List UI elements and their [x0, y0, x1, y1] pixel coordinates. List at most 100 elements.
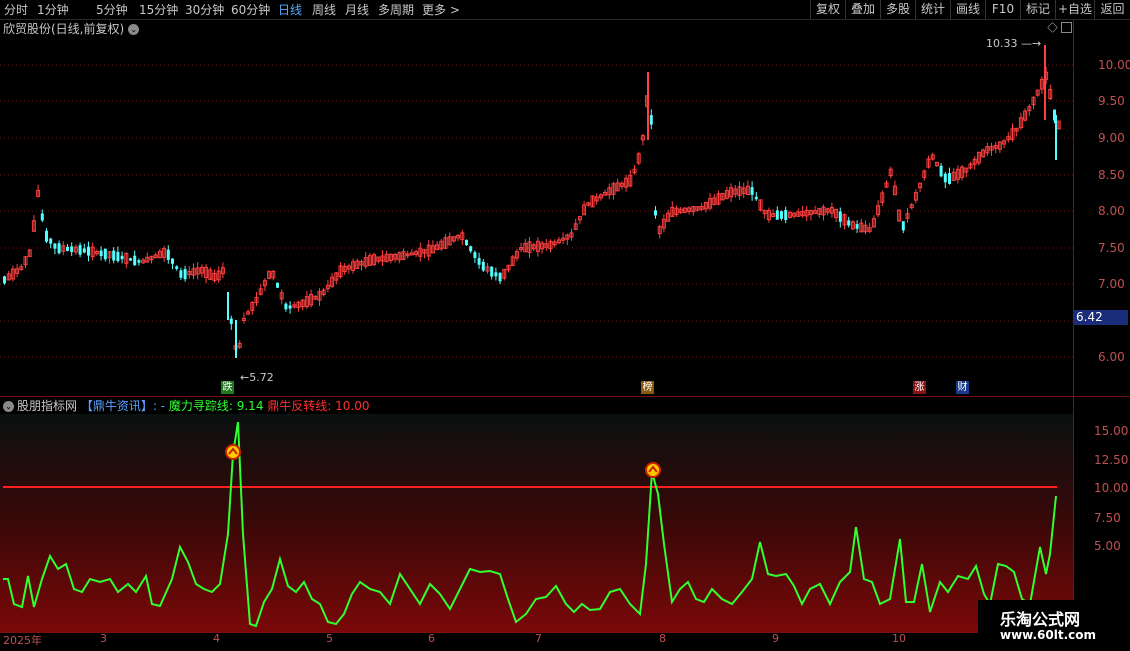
badge-list[interactable]: 榜 [641, 381, 654, 394]
date-label: 5 [326, 632, 333, 645]
indicator-name: 股朋指标网 [17, 399, 78, 413]
line2-label: 鼎牛反转线: 10.00 [267, 399, 370, 413]
candle-body [288, 305, 292, 309]
tab-daily[interactable]: 日线 [278, 0, 302, 20]
candle-body [53, 243, 57, 249]
tab-monthly[interactable]: 月线 [345, 0, 369, 20]
candle-body [103, 248, 107, 260]
candle-body [649, 115, 653, 125]
tab-15min[interactable]: 15分钟 [139, 0, 178, 20]
mark-button[interactable]: 标记 [1020, 0, 1055, 19]
candle-body [469, 246, 473, 252]
badge-finance[interactable]: 财 [956, 381, 969, 394]
candle-body [276, 282, 279, 288]
y-label: 8.50 [1098, 168, 1125, 182]
multi-stock-button[interactable]: 多股 [880, 0, 915, 19]
candle-body [57, 243, 61, 254]
tab-60min[interactable]: 60分钟 [231, 0, 270, 20]
candle-body [481, 261, 485, 271]
candle-body [943, 173, 947, 183]
draw-line-button[interactable]: 画线 [950, 0, 985, 19]
candle-body [99, 250, 103, 257]
y-label: 9.50 [1098, 94, 1125, 108]
candle-body [171, 258, 174, 264]
candle-body [175, 266, 179, 269]
candle-body [66, 246, 69, 251]
candlestick-chart[interactable] [0, 20, 1073, 396]
date-label: 7 [535, 632, 542, 645]
chevron-down-icon[interactable]: ⌄ [3, 401, 14, 412]
date-label: 8 [659, 632, 666, 645]
candle-body [112, 250, 116, 261]
date-label: 6 [428, 632, 435, 645]
candle-body [494, 272, 498, 277]
candle-body [847, 220, 851, 226]
candle-body [784, 209, 788, 221]
candle-body [45, 230, 48, 242]
candle-body [120, 255, 124, 260]
y-label: 6.00 [1098, 350, 1125, 364]
candle-body [948, 173, 951, 184]
candle-body [775, 210, 779, 220]
badge-drop[interactable]: 跌 [221, 381, 234, 394]
y-label: 12.50 [1094, 453, 1129, 467]
candle-body [3, 276, 6, 284]
tab-5min[interactable]: 5分钟 [96, 0, 128, 20]
overlay-button[interactable]: 叠加 [845, 0, 880, 19]
indicator-chart[interactable] [0, 414, 1073, 632]
candle-body [465, 239, 468, 246]
candles [3, 45, 1061, 358]
grid-lines [0, 64, 1073, 358]
candle-body [855, 224, 859, 229]
candle-body [473, 252, 477, 258]
candle-body [939, 165, 943, 177]
candle-body [137, 260, 141, 263]
candle-body [183, 269, 187, 280]
date-label: 2025年 [3, 634, 42, 647]
add-watchlist-button[interactable]: +自选 [1055, 0, 1094, 19]
y-label: 7.50 [1098, 241, 1125, 255]
date-label: 3 [100, 632, 107, 645]
y-label: 7.00 [1098, 277, 1125, 291]
candle-body [116, 251, 120, 262]
f10-button[interactable]: F10 [985, 0, 1020, 19]
watermark-url: www.60lt.com [1000, 628, 1097, 642]
indicator-sub: 【鼎牛资讯】: - [80, 399, 166, 413]
candle-body [498, 272, 502, 282]
line1-label: 魔力寻踪线: 9.14 [168, 399, 264, 413]
candle-body [179, 270, 183, 278]
restore-right-button[interactable]: 复权 [810, 0, 845, 19]
tab-timeshare[interactable]: 分时 [4, 0, 28, 20]
candle-body [166, 249, 170, 260]
tab-1min[interactable]: 1分钟 [37, 0, 69, 20]
badge-rise[interactable]: 涨 [913, 381, 926, 394]
current-price-tag: 6.42 [1074, 310, 1128, 325]
candle-body [70, 246, 74, 253]
date-label: 10 [892, 632, 906, 645]
y-label: 9.00 [1098, 131, 1125, 145]
candle-body [78, 245, 82, 255]
candle-body [477, 258, 481, 265]
candle-body [901, 221, 905, 231]
y-label: 5.00 [1094, 539, 1121, 553]
candle-body [40, 213, 44, 221]
candle-body [284, 303, 288, 310]
tab-30min[interactable]: 30分钟 [185, 0, 224, 20]
candle-body [750, 187, 754, 195]
stats-button[interactable]: 统计 [915, 0, 950, 19]
candle-body [229, 318, 233, 324]
signal-icon [645, 462, 661, 478]
tab-more[interactable]: 更多 > [422, 0, 460, 20]
y-label: 7.50 [1094, 511, 1121, 525]
panel-divider [0, 396, 1130, 397]
candle-body [87, 246, 90, 256]
candle-body [49, 238, 53, 244]
candle-body [780, 211, 783, 219]
y-label: 8.00 [1098, 204, 1125, 218]
y-label: 10.00 [1098, 58, 1130, 72]
date-label: 4 [213, 632, 220, 645]
tab-weekly[interactable]: 周线 [312, 0, 336, 20]
candle-body [654, 210, 657, 216]
back-button[interactable]: 返回 [1094, 0, 1130, 19]
tab-multi-period[interactable]: 多周期 [378, 0, 414, 20]
